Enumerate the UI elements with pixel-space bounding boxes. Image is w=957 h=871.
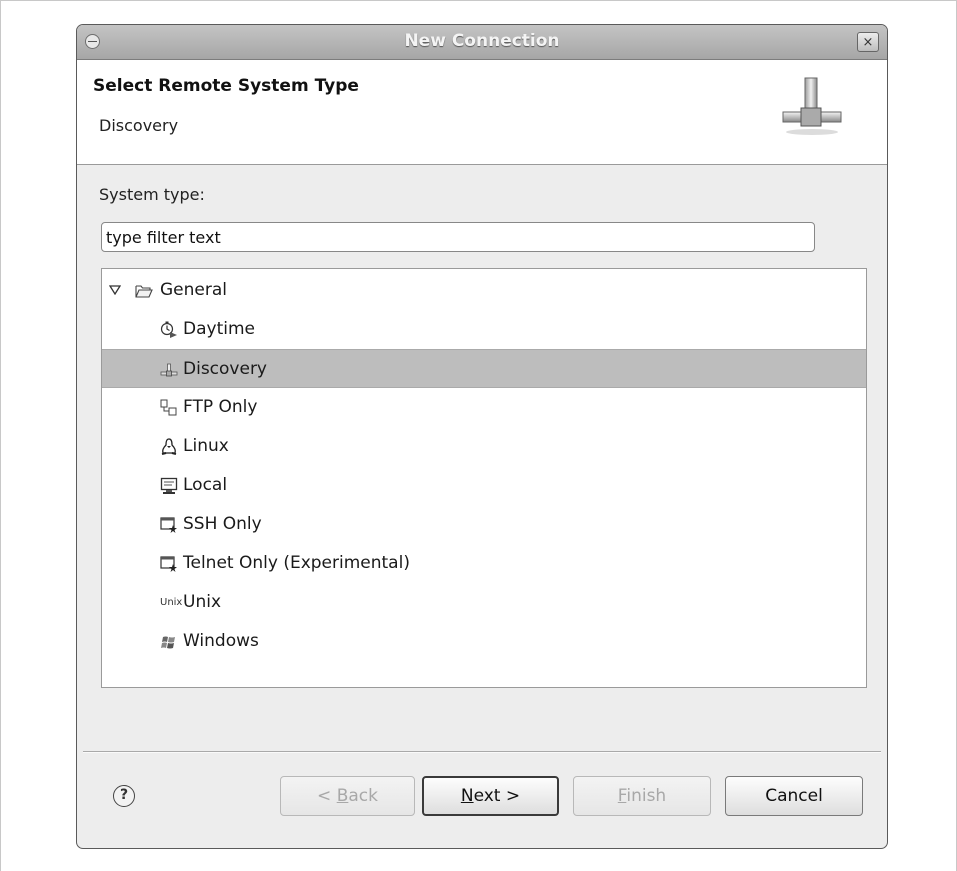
tree-node-label: General bbox=[160, 280, 227, 300]
discovery-icon bbox=[160, 363, 178, 377]
page-border-top bbox=[0, 0, 957, 1]
discovery-connector-icon bbox=[782, 77, 842, 135]
help-icon[interactable]: ? bbox=[113, 785, 135, 807]
folder-open-icon bbox=[135, 285, 153, 298]
tree-item-label: Windows bbox=[183, 631, 259, 651]
finish-button-rest: inish bbox=[626, 786, 667, 806]
tree-item-label: Unix bbox=[183, 592, 222, 612]
tree-item-daytime[interactable]: Daytime bbox=[102, 310, 866, 349]
next-button[interactable]: Next > bbox=[422, 776, 559, 816]
title-bar[interactable]: New Connection × bbox=[77, 25, 887, 60]
filter-input[interactable] bbox=[101, 222, 815, 252]
cancel-button[interactable]: Cancel bbox=[725, 776, 863, 816]
new-connection-dialog: New Connection × Select Remote System Ty… bbox=[76, 24, 888, 849]
page-border-left bbox=[0, 0, 1, 871]
window-title: New Connection bbox=[404, 31, 560, 51]
page-description: Discovery bbox=[99, 116, 179, 135]
tree-item-discovery[interactable]: Discovery bbox=[102, 349, 866, 388]
tree-item-label: Daytime bbox=[183, 319, 255, 339]
tree-item-label: FTP Only bbox=[183, 397, 258, 417]
back-button[interactable]: < Back bbox=[280, 776, 415, 816]
next-button-mnemonic: N bbox=[460, 786, 474, 806]
page-title: Select Remote System Type bbox=[93, 76, 359, 96]
tree-item-linux[interactable]: Linux bbox=[102, 427, 866, 466]
next-button-rest: ext > bbox=[473, 786, 521, 806]
tree-item-label: Linux bbox=[183, 436, 229, 456]
tree-item-ssh-only[interactable]: SSH Only bbox=[102, 505, 866, 544]
back-button-prefix: < bbox=[317, 786, 337, 806]
unix-icon: Unix bbox=[160, 597, 183, 608]
tree-item-ftp-only[interactable]: FTP Only bbox=[102, 388, 866, 427]
system-type-label: System type: bbox=[99, 185, 205, 204]
button-bar-separator-highlight bbox=[83, 752, 881, 753]
linux-icon bbox=[161, 438, 177, 455]
local-icon bbox=[160, 477, 178, 494]
tree-item-label: Local bbox=[183, 475, 228, 495]
finish-button[interactable]: Finish bbox=[573, 776, 711, 816]
close-button[interactable]: × bbox=[857, 32, 879, 52]
tree-node-general[interactable]: General bbox=[102, 271, 866, 310]
daytime-icon bbox=[160, 321, 177, 338]
expand-triangle-icon[interactable] bbox=[109, 285, 121, 295]
wizard-banner: Select Remote System Type Discovery bbox=[77, 60, 887, 165]
telnet-icon bbox=[160, 556, 177, 572]
ssh-icon bbox=[160, 517, 177, 533]
back-button-mnemonic: B bbox=[336, 786, 349, 806]
ftp-icon bbox=[160, 399, 177, 416]
tree-item-label: Discovery bbox=[183, 359, 267, 379]
tree-item-local[interactable]: Local bbox=[102, 466, 866, 505]
tree-item-unix[interactable]: Unix Unix bbox=[102, 583, 866, 622]
tree-item-label: SSH Only bbox=[183, 514, 262, 534]
tree-item-label: Telnet Only (Experimental) bbox=[183, 553, 410, 573]
windows-icon bbox=[161, 636, 175, 649]
system-type-tree[interactable]: General Daytime Discovery FTP Only Linux… bbox=[101, 268, 867, 688]
tree-item-windows[interactable]: Windows bbox=[102, 622, 866, 661]
back-button-rest: ack bbox=[348, 786, 378, 806]
tree-item-telnet-only[interactable]: Telnet Only (Experimental) bbox=[102, 544, 866, 583]
